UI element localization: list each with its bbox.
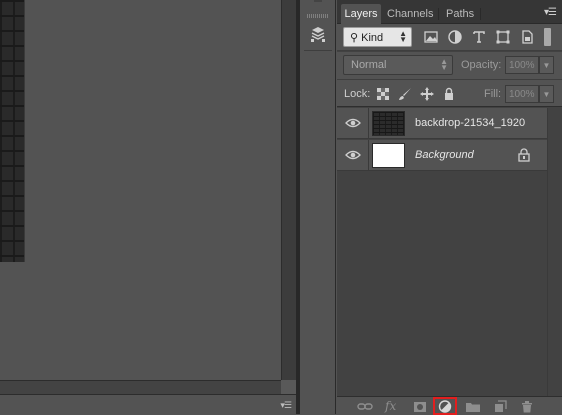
layer-comps-icon[interactable] xyxy=(309,26,327,44)
status-menu-icon[interactable]: ▾☰ xyxy=(280,400,292,411)
layer-thumbnail-white[interactable] xyxy=(372,143,405,168)
canvas-vertical-scrollbar[interactable] xyxy=(281,0,296,380)
document-canvas[interactable] xyxy=(0,0,281,380)
blend-mode-select[interactable]: Normal ▲ ▼ xyxy=(343,55,453,75)
layer-lock-icon[interactable] xyxy=(518,148,530,162)
adjustment-layer-highlight xyxy=(433,397,457,415)
adjustment-layer-icon[interactable] xyxy=(437,400,453,413)
tab-paths[interactable]: Paths xyxy=(446,4,474,24)
strip-top-grip[interactable] xyxy=(314,0,322,4)
shape-filter-icon[interactable] xyxy=(495,29,511,45)
panel-tab-bar: Layers Channels Paths ▾☰ xyxy=(337,0,562,24)
chevron-updown-icon: ▲ ▼ xyxy=(440,57,448,72)
strip-separator xyxy=(304,50,332,51)
tab-layers[interactable]: Layers xyxy=(341,4,381,24)
strip-grip[interactable] xyxy=(307,14,329,18)
lock-label: Lock: xyxy=(344,88,371,100)
layers-list: backdrop-21534_1920 Background xyxy=(337,108,547,396)
layers-bottom-bar: fx xyxy=(337,396,562,415)
opacity-dropdown-button[interactable]: ▼ xyxy=(539,56,554,74)
chevron-updown-icon: ▲ ▼ xyxy=(399,29,407,44)
pixel-filter-icon[interactable] xyxy=(423,29,439,45)
fill-dropdown-button[interactable]: ▼ xyxy=(539,85,554,103)
collapsed-panel-strip xyxy=(300,0,336,414)
type-filter-icon[interactable] xyxy=(471,29,487,45)
filter-toggle-switch[interactable] xyxy=(544,28,551,46)
visibility-eye-icon[interactable] xyxy=(345,149,361,161)
fx-icon[interactable]: fx xyxy=(385,399,401,413)
status-bar: ▾☰ xyxy=(0,394,296,414)
smart-object-filter-icon[interactable] xyxy=(519,29,535,45)
layer-row-backdrop[interactable]: backdrop-21534_1920 xyxy=(337,108,547,139)
lock-image-pixels-icon[interactable] xyxy=(397,86,413,102)
blend-mode-value: Normal xyxy=(351,59,387,71)
link-layers-icon[interactable] xyxy=(357,400,373,413)
layer-separator xyxy=(368,108,369,139)
brick-image-edge xyxy=(0,0,25,262)
layer-name[interactable]: backdrop-21534_1920 xyxy=(415,117,525,129)
group-folder-icon[interactable] xyxy=(465,400,481,413)
lock-transparent-pixels-icon[interactable] xyxy=(375,86,391,102)
layer-filter-bar: ⚲ Kind ▲ ▼ xyxy=(337,24,562,51)
opacity-label: Opacity: xyxy=(461,59,502,71)
layer-mask-icon[interactable] xyxy=(412,400,428,413)
blend-mode-row: Normal ▲ ▼ Opacity: 100% ▼ xyxy=(337,52,562,79)
fill-label: Fill: xyxy=(484,88,502,100)
adjustment-filter-icon[interactable] xyxy=(447,29,463,45)
panel-menu-icon[interactable]: ▾☰ xyxy=(544,7,557,18)
canvas-horizontal-scrollbar[interactable] xyxy=(0,380,281,394)
tab-separator xyxy=(438,8,439,20)
tab-separator xyxy=(480,8,481,20)
layer-row-background[interactable]: Background xyxy=(337,140,547,171)
layer-name[interactable]: Background xyxy=(415,149,474,161)
lock-all-icon[interactable] xyxy=(441,86,457,102)
lock-position-icon[interactable] xyxy=(419,86,435,102)
layers-scrollbar[interactable] xyxy=(547,108,562,396)
layer-thumbnail-brick[interactable] xyxy=(372,111,405,136)
layers-panel: Layers Channels Paths ▾☰ ⚲ Kind ▲ ▼ Norm… xyxy=(337,0,562,415)
kind-label: Kind xyxy=(361,32,384,44)
scrollbar-corner xyxy=(281,380,296,394)
filter-kind-select[interactable]: ⚲ Kind ▲ ▼ xyxy=(343,27,412,47)
opacity-input[interactable]: 100% xyxy=(505,56,539,74)
fill-input[interactable]: 100% xyxy=(505,85,539,103)
new-layer-icon[interactable] xyxy=(492,400,508,413)
search-icon: ⚲ xyxy=(350,32,362,44)
trash-icon[interactable] xyxy=(519,400,535,413)
layer-separator xyxy=(368,140,369,171)
visibility-eye-icon[interactable] xyxy=(345,117,361,129)
tab-channels[interactable]: Channels xyxy=(387,4,435,24)
lock-row: Lock: Fill: 100% ▼ xyxy=(337,79,562,107)
